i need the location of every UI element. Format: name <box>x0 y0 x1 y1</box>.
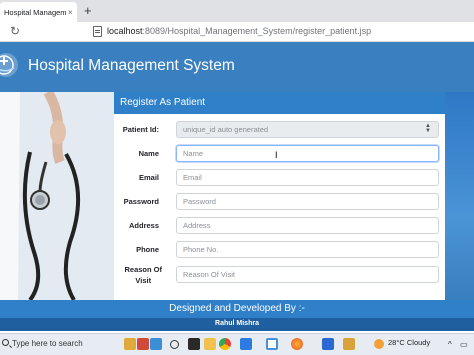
app-title: Hospital Management System <box>28 57 235 74</box>
chevron-up-icon[interactable]: ^ <box>448 340 452 349</box>
taskbar-search-text: Type here to search <box>12 339 83 348</box>
weather-icon <box>374 339 384 349</box>
address-bar[interactable]: localhost:8089/Hospital_Management_Syste… <box>107 26 371 36</box>
file-explorer-icon[interactable] <box>204 338 216 350</box>
select-arrows-icon: ▲ ▼ <box>425 123 431 134</box>
author-name: Rahul Mishra <box>215 320 259 327</box>
search-icon <box>2 339 9 346</box>
medical-background-image <box>445 92 474 300</box>
reason-label-line2: Visit <box>135 276 152 285</box>
email-label: Email <box>138 173 159 182</box>
tab-title: Hospital Management S <box>4 7 66 17</box>
reason-label: Reason Of Visit <box>124 264 162 286</box>
browser-tab[interactable]: Hospital Management S × <box>0 2 77 22</box>
reload-icon[interactable]: ↻ <box>10 24 20 38</box>
email-field[interactable] <box>176 169 439 186</box>
reason-field[interactable] <box>176 266 439 283</box>
phone-label: Phone <box>136 245 159 254</box>
name-field[interactable] <box>176 145 439 162</box>
app-header: Hospital Management System <box>0 42 474 92</box>
password-label: Password <box>123 197 159 206</box>
text-cursor-icon: I <box>275 150 278 160</box>
password-row: Password <box>114 191 445 213</box>
weather-readout[interactable]: 28°C Cloudy <box>388 338 430 347</box>
name-label: Name <box>138 149 159 158</box>
pinned-app-icon[interactable] <box>343 338 355 350</box>
designed-by-text: Designed and Developed By :- <box>169 303 305 314</box>
name-row: Name <box>114 143 445 165</box>
email-row: Email <box>114 167 445 189</box>
footer: Designed and Developed By :- <box>0 300 474 318</box>
new-tab-icon[interactable]: + <box>84 3 92 18</box>
browser-tabstrip: Hospital Management S × + <box>0 0 474 22</box>
patient-id-row: Patient Id: ▲▼ <box>114 119 445 141</box>
hospital-logo-icon <box>0 53 18 77</box>
footer-author-bar: Rahul Mishra <box>0 318 474 331</box>
reason-row: Reason Of Visit <box>114 264 445 286</box>
doctor-stethoscope-image <box>0 92 114 300</box>
pinned-app-icon[interactable] <box>137 338 149 350</box>
taskbar-search[interactable]: Type here to search <box>0 336 120 353</box>
browser-toolbar: ↻ localhost:8089/Hospital_Management_Sys… <box>0 22 474 42</box>
register-panel: Register As Patient Patient Id: ▲▼ Name … <box>114 92 445 300</box>
reason-label-line1: Reason Of <box>124 265 162 274</box>
network-icon[interactable]: ▭ <box>460 340 468 349</box>
edge-icon[interactable] <box>240 338 252 350</box>
pinned-app-icon[interactable] <box>124 338 136 350</box>
form-title: Register As Patient <box>120 97 206 108</box>
address-label: Address <box>128 221 159 230</box>
chrome-icon[interactable] <box>219 338 231 350</box>
cortana-icon[interactable] <box>170 340 179 349</box>
phone-field[interactable] <box>176 241 439 258</box>
taskbar: Type here to search 28°C Cloudy ^ ▭ <box>0 333 474 355</box>
close-tab-icon[interactable]: × <box>68 8 73 17</box>
patient-id-select[interactable] <box>176 121 439 138</box>
task-view-icon[interactable] <box>188 338 200 350</box>
temperature-text: 28°C <box>388 338 405 347</box>
password-field[interactable] <box>176 193 439 210</box>
pinned-app-icon[interactable] <box>150 338 162 350</box>
url-path: :8089/Hospital_Management_System/registe… <box>142 26 372 36</box>
address-row: Address <box>114 215 445 237</box>
pinned-app-icon[interactable] <box>322 338 334 350</box>
panel-header: Register As Patient <box>114 92 445 114</box>
weather-text: Cloudy <box>406 338 431 347</box>
url-host: localhost <box>107 26 143 36</box>
firefox-icon[interactable] <box>291 338 303 350</box>
phone-row: Phone <box>114 239 445 261</box>
address-field[interactable] <box>176 217 439 234</box>
photos-icon[interactable] <box>266 338 278 350</box>
page-info-icon[interactable] <box>93 26 102 37</box>
patient-id-label: Patient Id: <box>122 125 159 134</box>
